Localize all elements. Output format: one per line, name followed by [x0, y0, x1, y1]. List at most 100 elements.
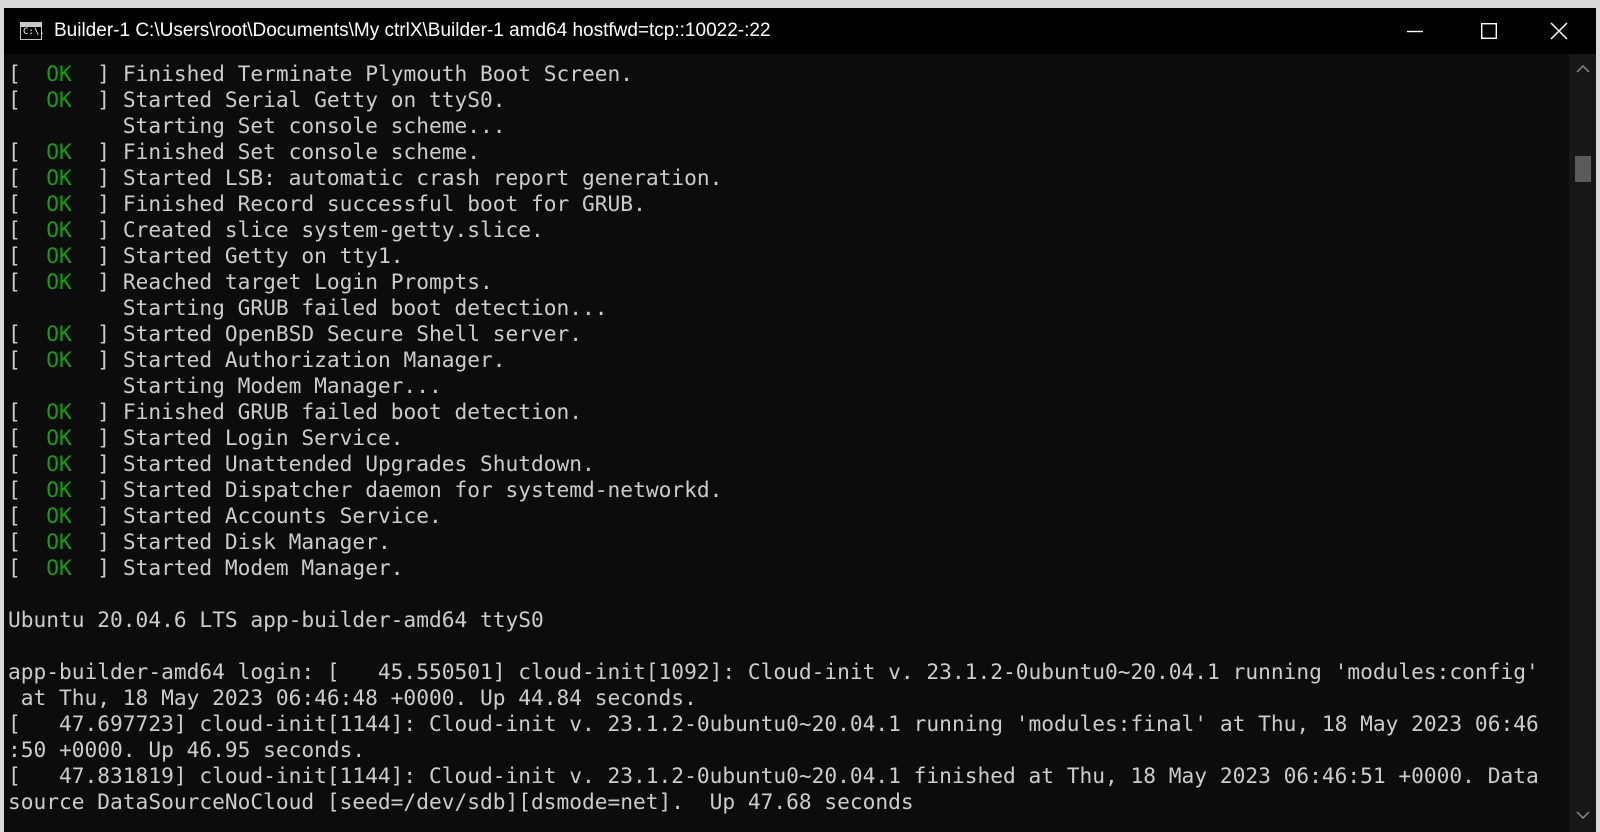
terminal-line: [ 47.697723] cloud-init[1144]: Cloud-ini… [8, 711, 1539, 736]
status-bracket-close: ] [71, 451, 123, 476]
console-app-icon[interactable]: C:\. [20, 22, 45, 40]
terminal-line: [ OK ] Started Authorization Manager. [8, 347, 506, 373]
maximize-icon [1481, 23, 1497, 39]
status-ok: OK [46, 477, 72, 502]
status-bracket-close: ] [71, 61, 123, 86]
close-icon [1550, 22, 1568, 40]
status-bracket-close: ] [71, 217, 123, 242]
status-ok: OK [46, 321, 72, 346]
close-button[interactable] [1522, 8, 1596, 54]
status-bracket-open: [ [8, 321, 47, 346]
terminal-line: [ OK ] Finished Record successful boot f… [8, 191, 646, 217]
terminal-line: Starting Set console scheme... [8, 113, 506, 138]
status-bracket-close: ] [71, 87, 123, 112]
status-bracket-close: ] [71, 321, 123, 346]
terminal-line-text: Started Login Service. [122, 425, 404, 450]
status-bracket-close: ] [71, 555, 123, 580]
status-bracket-open: [ [8, 451, 47, 476]
terminal-line: Starting Modem Manager... [8, 373, 442, 398]
status-ok: OK [46, 399, 72, 424]
status-bracket-open: [ [8, 139, 47, 164]
status-bracket-close: ] [71, 425, 123, 450]
status-bracket-open: [ [8, 529, 47, 554]
status-ok: OK [46, 269, 72, 294]
window-title: Builder-1 C:\Users\root\Documents\My ctr… [54, 20, 771, 41]
status-bracket-close: ] [71, 399, 123, 424]
status-bracket-close: ] [71, 165, 123, 190]
terminal-line: [ OK ] Finished Terminate Plymouth Boot … [8, 61, 633, 87]
terminal-line-text: Started Dispatcher daemon for systemd-ne… [122, 477, 723, 502]
terminal-line: [ OK ] Started Unattended Upgrades Shutd… [8, 451, 595, 477]
vertical-scrollbar[interactable] [1569, 54, 1596, 832]
terminal-line-text: Started Getty on tty1. [122, 243, 404, 268]
terminal-line-text: Finished Set console scheme. [122, 139, 480, 164]
terminal-line: [ OK ] Finished Set console scheme. [8, 139, 480, 165]
terminal-line: Starting GRUB failed boot detection... [8, 295, 608, 320]
terminal-line-text: Started OpenBSD Secure Shell server. [122, 321, 583, 346]
status-bracket-open: [ [8, 503, 47, 528]
status-ok: OK [46, 451, 72, 476]
terminal-line: [ OK ] Started Serial Getty on ttyS0. [8, 87, 506, 113]
terminal-line-text: Started Authorization Manager. [122, 347, 506, 372]
terminal-line-text: Started Unattended Upgrades Shutdown. [122, 451, 595, 476]
chevron-down-icon [1575, 811, 1590, 820]
status-ok: OK [46, 555, 72, 580]
status-ok: OK [46, 503, 72, 528]
minimize-button[interactable] [1378, 8, 1452, 54]
status-bracket-close: ] [71, 243, 123, 268]
status-bracket-open: [ [8, 399, 47, 424]
status-bracket-open: [ [8, 269, 47, 294]
status-ok: OK [46, 87, 72, 112]
terminal-line-text: Started LSB: automatic crash report gene… [122, 165, 723, 190]
terminal-line: Ubuntu 20.04.6 LTS app-builder-amd64 tty… [8, 607, 544, 632]
scroll-up-button[interactable] [1569, 62, 1596, 80]
terminal-line: app-builder-amd64 login: [ 45.550501] cl… [8, 659, 1539, 684]
terminal-line: [ OK ] Reached target Login Prompts. [8, 269, 493, 295]
status-bracket-close: ] [71, 139, 123, 164]
terminal-line: [ OK ] Started OpenBSD Secure Shell serv… [8, 321, 582, 347]
terminal-line: [ OK ] Started Disk Manager. [8, 529, 391, 555]
status-ok: OK [46, 139, 72, 164]
console-window: C:\. Builder-1 C:\Users\root\Documents\M… [4, 8, 1596, 832]
terminal-line-text: Finished Record successful boot for GRUB… [122, 191, 646, 216]
terminal-line-text: Finished GRUB failed boot detection. [122, 399, 583, 424]
status-ok: OK [46, 529, 72, 554]
terminal-output[interactable]: [ OK ] Finished Terminate Plymouth Boot … [4, 54, 1564, 832]
status-ok: OK [46, 347, 72, 372]
minimize-icon [1407, 30, 1423, 33]
status-bracket-close: ] [71, 503, 123, 528]
status-ok: OK [46, 191, 72, 216]
terminal-line: :50 +0000. Up 46.95 seconds. [8, 737, 366, 762]
terminal-line: [ OK ] Finished GRUB failed boot detecti… [8, 399, 582, 425]
scrollbar-thumb[interactable] [1575, 156, 1591, 182]
status-bracket-open: [ [8, 425, 47, 450]
status-bracket-open: [ [8, 217, 47, 242]
status-bracket-close: ] [71, 269, 123, 294]
status-bracket-open: [ [8, 477, 47, 502]
terminal-line: [ OK ] Started Getty on tty1. [8, 243, 403, 269]
status-bracket-close: ] [71, 347, 123, 372]
terminal-line: [ OK ] Started Accounts Service. [8, 503, 442, 529]
terminal-line: [ OK ] Started Modem Manager. [8, 555, 403, 581]
terminal-line-text: Started Accounts Service. [122, 503, 442, 528]
scroll-down-button[interactable] [1569, 808, 1596, 826]
status-ok: OK [46, 61, 72, 86]
terminal-line-text: Reached target Login Prompts. [122, 269, 493, 294]
terminal-line-text: Started Disk Manager. [122, 529, 391, 554]
terminal-line: at Thu, 18 May 2023 06:46:48 +0000. Up 4… [8, 685, 697, 710]
terminal-line: [ OK ] Created slice system-getty.slice. [8, 217, 544, 243]
terminal-line: source DataSourceNoCloud [seed=/dev/sdb]… [8, 789, 914, 814]
terminal-line-text: Started Serial Getty on ttyS0. [122, 87, 506, 112]
chevron-up-icon [1575, 64, 1590, 73]
terminal-line: [ OK ] Started Dispatcher daemon for sys… [8, 477, 722, 503]
title-bar[interactable]: C:\. Builder-1 C:\Users\root\Documents\M… [4, 8, 1596, 54]
status-bracket-close: ] [71, 529, 123, 554]
status-ok: OK [46, 217, 72, 242]
maximize-button[interactable] [1452, 8, 1526, 54]
status-bracket-open: [ [8, 555, 47, 580]
status-bracket-close: ] [71, 191, 123, 216]
status-ok: OK [46, 425, 72, 450]
status-ok: OK [46, 165, 72, 190]
terminal-line: [ OK ] Started Login Service. [8, 425, 403, 451]
terminal-line-text: Started Modem Manager. [122, 555, 404, 580]
